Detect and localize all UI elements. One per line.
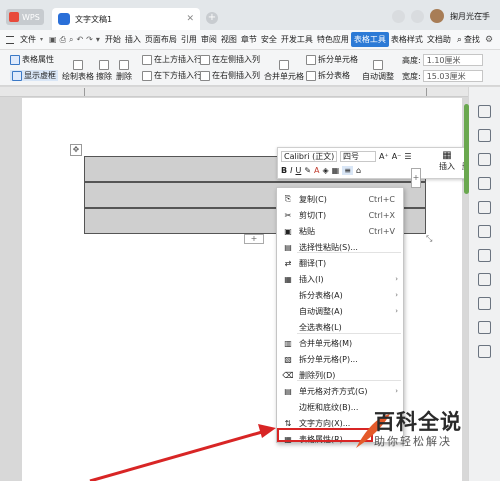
watermark-subtitle: 助你轻松解决 xyxy=(374,435,452,448)
watermark: 百科全说 助你轻松解决 xyxy=(350,406,500,456)
watermark-title: 百科全说 xyxy=(374,410,462,434)
arrow-head xyxy=(258,424,276,438)
arrow-line xyxy=(89,430,263,481)
